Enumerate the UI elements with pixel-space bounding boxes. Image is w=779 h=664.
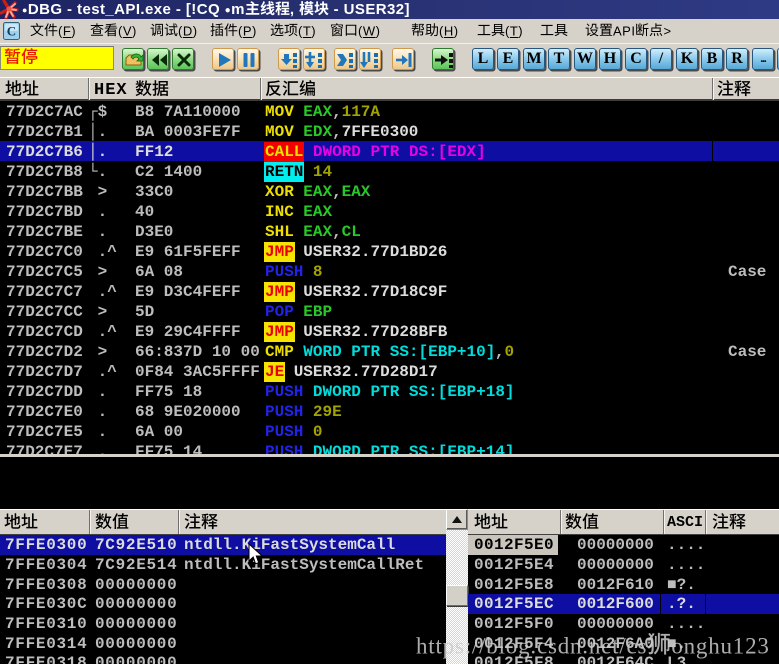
svg-text:C: C — [7, 24, 16, 39]
